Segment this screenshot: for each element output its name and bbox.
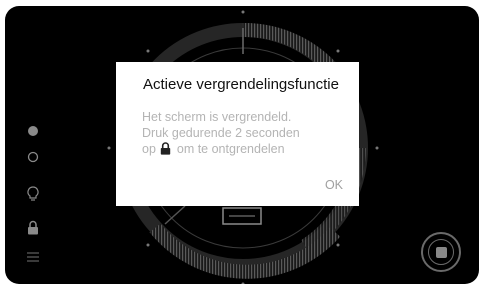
dialog-message: Het scherm is vergrendeld. Druk gedurend… (142, 109, 347, 157)
menu-icon[interactable] (25, 249, 41, 265)
stop-button[interactable] (421, 232, 461, 272)
lock-icon (160, 142, 171, 155)
lock-dialog: Actieve vergrendelingsfunctie Het scherm… (116, 62, 359, 206)
ok-button[interactable]: OK (323, 176, 345, 194)
lightbulb-icon[interactable] (25, 186, 41, 202)
dialog-message-line2: Druk gedurende 2 seconden (142, 125, 347, 141)
dialog-message-suffix: om te ontgrendelen (177, 142, 285, 156)
dot-filled-icon[interactable] (25, 123, 41, 139)
lock-icon[interactable] (25, 219, 41, 235)
dialog-message-line1: Het scherm is vergrendeld. (142, 109, 347, 125)
dialog-message-prefix: op (142, 142, 156, 156)
dialog-title: Actieve vergrendelingsfunctie (143, 76, 339, 93)
stop-icon (428, 239, 454, 265)
dot-outline-icon[interactable] (25, 149, 41, 165)
dialog-message-line3: op om te ontgrendelen (142, 141, 347, 157)
